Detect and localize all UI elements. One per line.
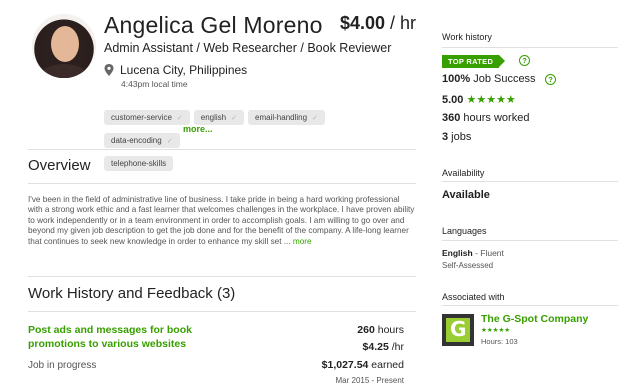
more-skills-link[interactable]: more... <box>183 124 213 134</box>
job-rate-value: $4.25 <box>362 341 389 353</box>
profile-title: Admin Assistant / Web Researcher / Book … <box>104 41 392 55</box>
job-hours: 260 hours <box>357 324 404 336</box>
local-time: 4:43pm local time <box>121 79 188 89</box>
location-pin-icon <box>104 64 114 76</box>
rating-value: 5.00 <box>442 94 464 106</box>
overview-heading: Overview <box>28 157 91 174</box>
rating: 5.00 ★★★★★ <box>442 93 516 106</box>
header-divider <box>28 149 416 150</box>
sidebar-divider <box>442 47 618 48</box>
star-icon: ★★★★★ <box>481 327 511 334</box>
skill-tag[interactable]: data-encoding ✓ <box>104 133 180 148</box>
job-success: 100% Job Success <box>442 73 536 85</box>
help-icon[interactable]: ? <box>545 74 556 85</box>
location: Lucena City, Philippines <box>104 63 247 77</box>
job-hours-value: 260 <box>357 324 375 336</box>
language-level: - Fluent <box>472 248 504 258</box>
job-success-label: Job Success <box>470 73 536 85</box>
avatar <box>32 14 96 78</box>
check-icon: ✓ <box>312 115 318 122</box>
jobs-count: 3 jobs <box>442 131 471 143</box>
hourly-rate: $4.00 / hr <box>340 13 416 34</box>
job-hours-label: hours <box>374 324 404 336</box>
skill-tag[interactable]: customer-service ✓ <box>104 110 190 125</box>
check-icon: ✓ <box>166 138 173 145</box>
star-icon: ★★★★★ <box>466 94 516 106</box>
skill-tag-label: data-encoding <box>111 136 162 145</box>
skills-list: customer-service ✓ english ✓ email-handling ✓… <box>104 107 404 176</box>
languages-label: Languages <box>442 226 487 236</box>
skill-tag[interactable]: telephone-skills <box>104 156 174 171</box>
skill-tag-label: customer-service <box>111 113 172 122</box>
work-history-label: Work history <box>442 32 492 42</box>
help-icon[interactable]: ? <box>519 55 530 66</box>
language-name: English <box>442 248 473 258</box>
hours-worked-value: 360 <box>442 112 461 124</box>
language-assessment: Self-Assessed <box>442 261 494 270</box>
location-text: Lucena City, Philippines <box>120 63 248 77</box>
job-success-value: 100% <box>442 73 471 85</box>
check-icon: ✓ <box>231 115 238 122</box>
availability-value: Available <box>442 189 490 201</box>
agency-logo[interactable]: G <box>442 314 474 346</box>
overview-more-link[interactable]: more <box>293 237 312 246</box>
work-history-heading: Work History and Feedback (3) <box>28 285 236 302</box>
overview-body: I've been in the field of administrative… <box>28 195 415 246</box>
job-rate-unit: /hr <box>388 341 404 353</box>
hourly-rate-amount: $4.00 <box>340 13 386 33</box>
overview-text: I've been in the field of administrative… <box>28 195 416 247</box>
agency-name-link[interactable]: The G-Spot Company <box>481 313 588 325</box>
associated-label: Associated with <box>442 292 505 302</box>
agency-hours: Hours: 103 <box>481 337 518 346</box>
work-history-divider <box>28 311 416 312</box>
avatar-face <box>51 26 79 62</box>
skill-tag[interactable]: english ✓ <box>193 110 245 125</box>
agency-logo-letter: G <box>450 317 467 341</box>
languages-divider <box>442 240 618 241</box>
top-rated-badge: TOP RATED <box>442 55 506 68</box>
language-entry: English - Fluent <box>442 248 504 258</box>
job-rate: $4.25 /hr <box>363 341 404 353</box>
check-icon: ✓ <box>176 115 183 122</box>
associated-divider <box>442 305 618 306</box>
skill-tag[interactable]: email-handling ✓ <box>248 110 325 125</box>
job-earned: $1,027.54 earned <box>322 359 404 371</box>
job-dates: Mar 2015 - Present <box>335 376 404 385</box>
hourly-rate-unit: / hr <box>385 13 417 33</box>
availability-label: Availability <box>442 168 485 178</box>
job-title-link[interactable]: Post ads and messages for book promotion… <box>28 324 228 351</box>
hours-worked: 360 hours worked <box>442 112 529 124</box>
availability-divider <box>442 181 618 182</box>
work-history-top-divider <box>28 276 416 277</box>
jobs-count-label: jobs <box>448 131 472 143</box>
skill-tag-label: english <box>200 113 227 122</box>
skill-tag-label: telephone-skills <box>111 159 167 168</box>
job-earned-label: earned <box>368 359 404 371</box>
job-earned-value: $1,027.54 <box>321 359 369 371</box>
hours-worked-label: hours worked <box>460 112 530 124</box>
skill-tag-label: email-handling <box>255 113 308 122</box>
profile-name: Angelica Gel Moreno <box>104 12 323 38</box>
overview-divider <box>28 183 416 184</box>
job-status: Job in progress <box>28 360 97 371</box>
